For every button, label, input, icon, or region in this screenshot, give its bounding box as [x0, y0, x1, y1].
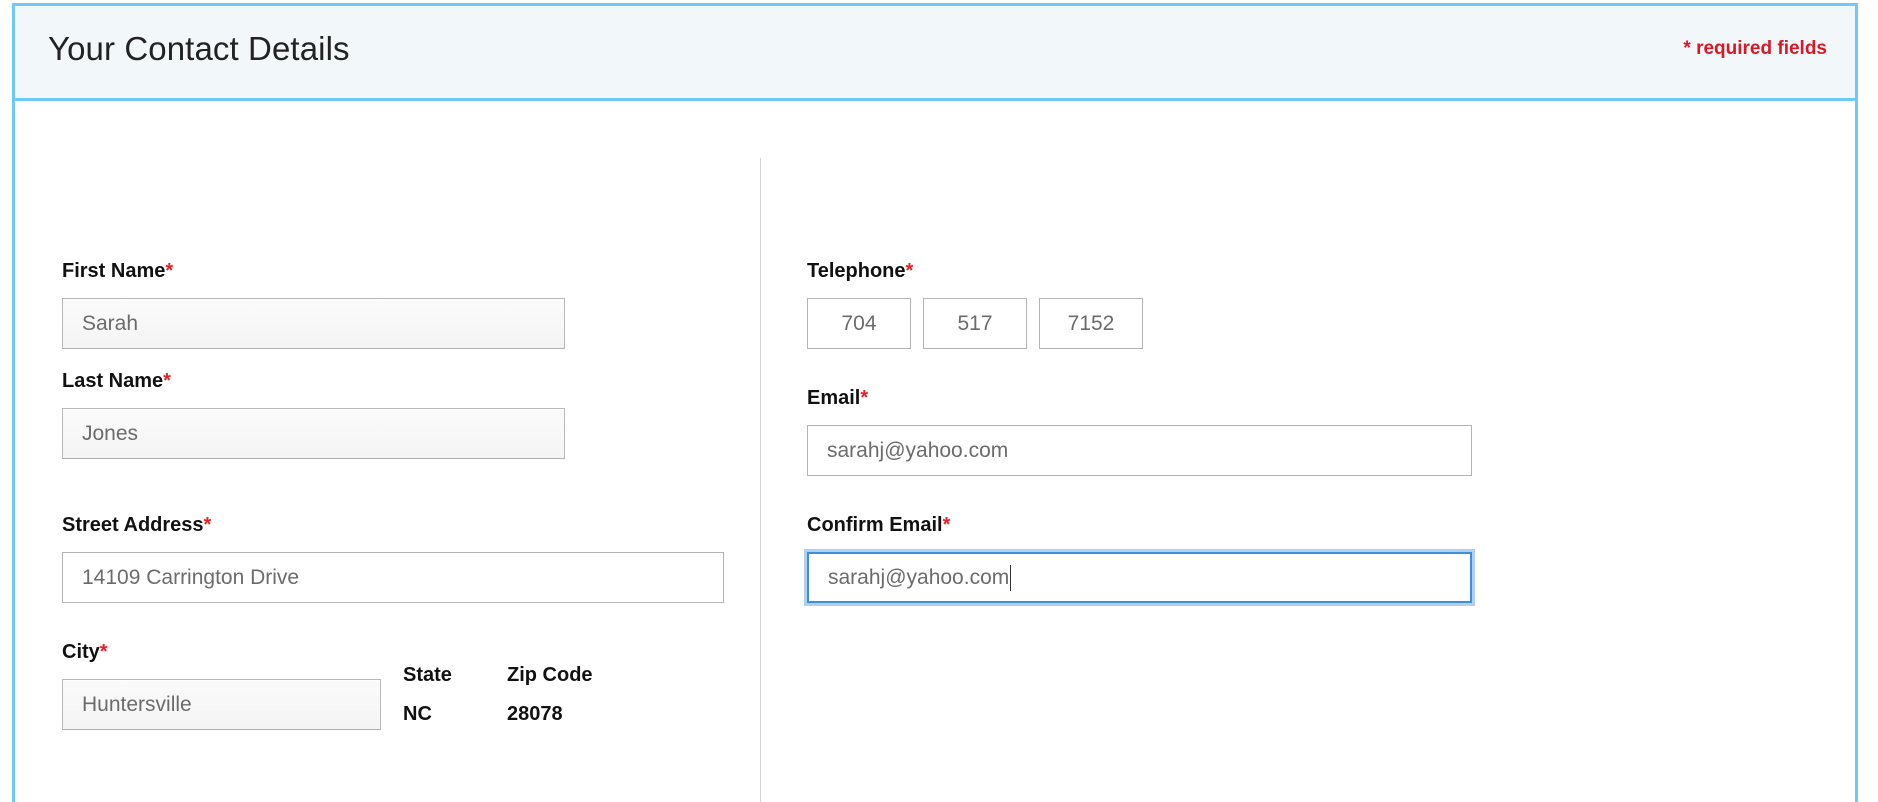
- last-name-label-text: Last Name: [62, 370, 164, 392]
- zip-code-value: 28078: [507, 703, 563, 725]
- telephone-prefix-input[interactable]: 517: [923, 298, 1027, 349]
- panel-header: Your Contact Details * required fields: [15, 6, 1855, 101]
- last-name-label: Last Name*: [62, 371, 171, 391]
- confirm-email-value: sarahj@yahoo.com: [828, 566, 1010, 589]
- required-fields-note: * required fields: [1683, 38, 1827, 59]
- state-value: NC: [403, 703, 432, 725]
- confirm-email-label-text: Confirm Email: [807, 514, 943, 536]
- confirm-email-input[interactable]: sarahj@yahoo.com: [807, 552, 1472, 603]
- last-name-value: Jones: [82, 422, 139, 445]
- contact-details-screen: Your Contact Details * required fields F…: [0, 0, 1878, 802]
- page-title: Your Contact Details: [48, 30, 350, 67]
- first-name-label-text: First Name: [62, 260, 166, 282]
- confirm-email-label: Confirm Email*: [807, 515, 950, 535]
- city-value: Huntersville: [82, 693, 192, 716]
- telephone-input-group: 704 517 7152: [807, 298, 1155, 349]
- required-asterisk: *: [165, 260, 174, 282]
- telephone-line-number-input[interactable]: 7152: [1039, 298, 1143, 349]
- street-address-label-text: Street Address: [62, 514, 204, 536]
- required-asterisk: *: [905, 260, 914, 282]
- city-input[interactable]: Huntersville: [62, 679, 381, 730]
- city-label: City*: [62, 642, 108, 662]
- required-asterisk: *: [203, 514, 212, 536]
- telephone-label-text: Telephone: [807, 260, 906, 282]
- email-value: sarahj@yahoo.com: [827, 439, 1009, 462]
- zip-code-label: Zip Code: [507, 664, 593, 686]
- required-asterisk: *: [163, 370, 171, 392]
- email-input[interactable]: sarahj@yahoo.com: [807, 425, 1472, 476]
- first-name-label: First Name*: [62, 261, 173, 281]
- street-address-input[interactable]: 14109 Carrington Drive: [62, 552, 724, 603]
- text-cursor: [1010, 564, 1012, 591]
- required-asterisk: *: [942, 514, 951, 536]
- state-label: State: [403, 664, 452, 686]
- street-address-label: Street Address*: [62, 515, 211, 535]
- email-label: Email*: [807, 388, 868, 408]
- first-name-input[interactable]: Sarah: [62, 298, 565, 349]
- left-column: First Name* Sarah Last Name* Jones Stree…: [15, 101, 760, 802]
- required-asterisk: *: [99, 641, 108, 663]
- contact-details-panel: Your Contact Details * required fields F…: [12, 3, 1858, 802]
- required-asterisk: *: [860, 387, 869, 409]
- right-column: Telephone* 704 517 7152 Email* sarahj@yaho…: [761, 101, 1855, 802]
- street-address-value: 14109 Carrington Drive: [82, 566, 300, 589]
- telephone-label: Telephone*: [807, 261, 913, 281]
- first-name-value: Sarah: [82, 312, 139, 335]
- panel-body: First Name* Sarah Last Name* Jones Stree…: [15, 101, 1855, 802]
- last-name-input[interactable]: Jones: [62, 408, 565, 459]
- city-label-text: City: [62, 641, 100, 663]
- email-label-text: Email: [807, 387, 861, 409]
- telephone-area-code-input[interactable]: 704: [807, 298, 911, 349]
